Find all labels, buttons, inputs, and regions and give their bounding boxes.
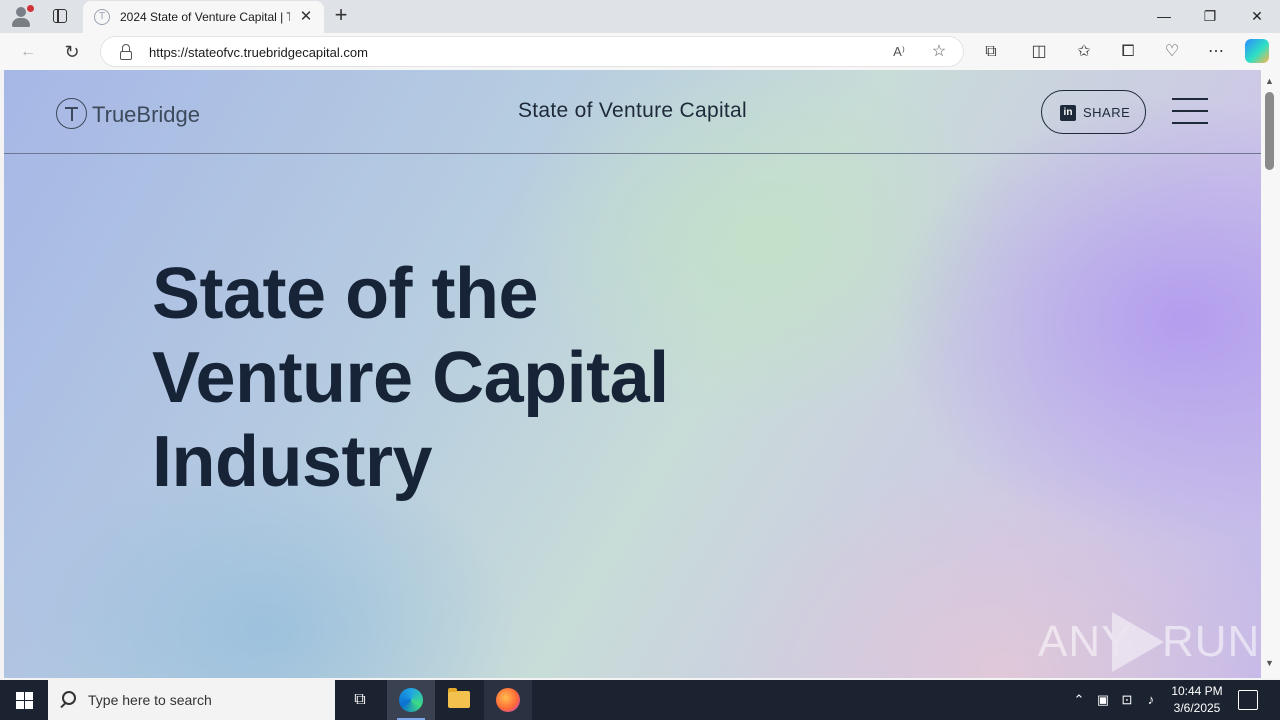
tab-actions-icon[interactable]	[51, 7, 69, 25]
url-text[interactable]: https://stateofvc.truebridgecapital.com	[149, 45, 368, 60]
clock-date: 3/6/2025	[1173, 701, 1221, 715]
taskbar-edge[interactable]	[387, 680, 435, 720]
site-header: TrueBridge State of Venture Capital in S…	[4, 70, 1261, 154]
hero-line: State of the	[152, 254, 539, 334]
back-arrow-icon[interactable]: ←	[16, 40, 40, 64]
firefox-icon	[496, 688, 520, 712]
watermark-right-text: RUN	[1162, 617, 1261, 666]
linkedin-icon: in	[1060, 105, 1076, 121]
close-window-icon[interactable]: ✕	[1234, 0, 1280, 32]
extensions-icon[interactable]: ⧉	[979, 40, 1003, 64]
folder-icon	[448, 688, 470, 708]
search-placeholder: Type here to search	[88, 692, 212, 708]
minimize-icon[interactable]: —	[1141, 0, 1187, 32]
task-view-icon[interactable]: ⧉	[350, 690, 370, 710]
collections-icon[interactable]: ⧠	[1116, 40, 1140, 64]
anyrun-watermark: ANY RUN	[1038, 607, 1259, 673]
new-tab-button[interactable]: +	[330, 4, 352, 27]
tray-chevron-up-icon[interactable]: ⌃	[1070, 690, 1088, 710]
scroll-down-icon[interactable]: ▼	[1265, 658, 1274, 668]
split-screen-icon[interactable]: ◫	[1027, 40, 1051, 64]
refresh-icon[interactable]: ↻	[60, 40, 84, 64]
restore-icon[interactable]: ❐	[1187, 0, 1233, 32]
favorite-star-icon[interactable]: ☆	[929, 42, 949, 62]
hamburger-menu-icon[interactable]	[1172, 96, 1210, 128]
tray-device-icon[interactable]: ▣	[1094, 690, 1112, 710]
lock-icon[interactable]	[119, 44, 133, 60]
read-aloud-icon[interactable]: A⁾	[889, 42, 909, 62]
more-menu-icon[interactable]: ⋯	[1204, 40, 1228, 64]
page-scrollbar[interactable]: ▲ ▼	[1261, 70, 1280, 678]
profile-avatar-icon[interactable]	[9, 5, 34, 27]
browser-toolbar: ← ↻ https://stateofvc.truebridgecapital.…	[0, 33, 1280, 70]
notification-icon[interactable]	[1238, 690, 1258, 710]
volume-icon[interactable]: ♪	[1142, 690, 1160, 710]
taskbar-firefox[interactable]	[484, 680, 532, 720]
copilot-icon[interactable]	[1245, 39, 1269, 63]
hero-line: Venture Capital	[152, 338, 669, 418]
watermark-play-icon	[1112, 612, 1164, 672]
browser-essentials-icon[interactable]: ♡	[1160, 40, 1184, 64]
share-label: SHARE	[1083, 105, 1131, 120]
address-bar[interactable]: https://stateofvc.truebridgecapital.com …	[100, 36, 964, 67]
hero-heading: State of the Venture Capital Industry	[152, 252, 852, 504]
favorites-icon[interactable]: ✩	[1072, 40, 1096, 64]
taskbar-search-box[interactable]: Type here to search	[48, 680, 335, 720]
network-icon[interactable]: ⊡	[1118, 690, 1136, 710]
taskbar-file-explorer[interactable]	[435, 680, 483, 720]
share-button[interactable]: in SHARE	[1041, 90, 1146, 134]
site-favicon-icon: T	[94, 9, 110, 25]
tab-title: 2024 State of Venture Capital | TrueBrid…	[120, 10, 290, 24]
taskbar-clock[interactable]: 10:44 PM 3/6/2025	[1166, 683, 1228, 717]
edge-icon	[399, 688, 423, 712]
page-viewport: TrueBridge State of Venture Capital in S…	[4, 70, 1261, 678]
clock-time: 10:44 PM	[1171, 684, 1223, 698]
browser-tab-active[interactable]: T 2024 State of Venture Capital | TrueBr…	[83, 1, 324, 33]
scrollbar-thumb[interactable]	[1265, 92, 1274, 170]
scroll-up-icon[interactable]: ▲	[1265, 76, 1274, 86]
hero-line: Industry	[152, 422, 433, 502]
close-tab-icon[interactable]: ✕	[297, 8, 315, 26]
windows-taskbar: Type here to search ⧉ ⌃ ▣ ⊡ ♪ 10:44 PM 3…	[0, 680, 1280, 720]
windows-start-icon[interactable]	[0, 680, 48, 720]
browser-tab-strip: T 2024 State of Venture Capital | TrueBr…	[0, 0, 1280, 33]
